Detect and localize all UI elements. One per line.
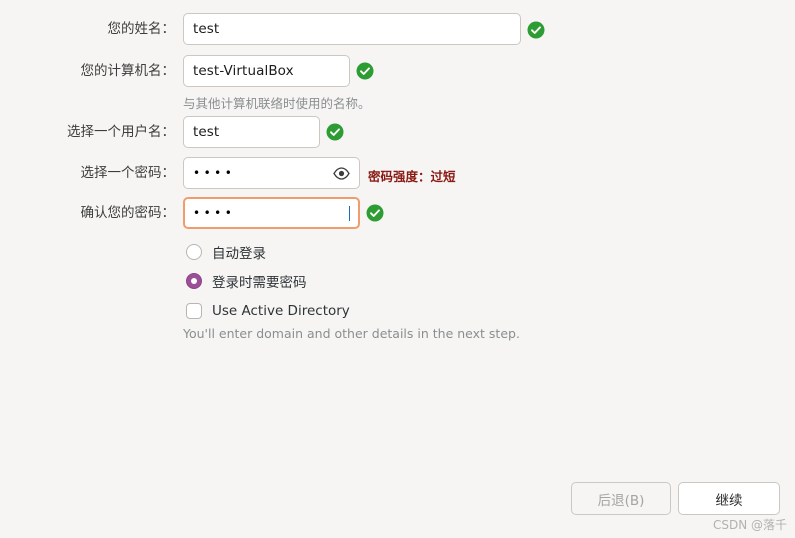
label-username: 选择一个用户名： — [67, 124, 175, 140]
username-valid-icon — [326, 123, 344, 141]
computer-name-value: test-VirtualBox — [193, 63, 294, 79]
confirm-password-value: •••• — [193, 207, 236, 219]
continue-button-label: 继续 — [715, 492, 743, 509]
password-value: •••• — [193, 167, 236, 179]
computer-name-hint: 与其他计算机联络时使用的名称。 — [183, 96, 371, 111]
radio-circle-icon[interactable] — [186, 244, 202, 260]
username-input[interactable]: test — [183, 116, 320, 148]
radio-require-password-label: 登录时需要密码 — [212, 275, 307, 291]
password-input[interactable]: •••• — [183, 157, 360, 189]
full-name-valid-icon — [527, 21, 545, 39]
radio-selected-icon[interactable] — [186, 273, 202, 289]
full-name-value: test — [193, 21, 220, 37]
password-strength-text: 密码强度：过短 — [368, 169, 456, 184]
label-full-name: 您的姓名： — [107, 21, 176, 37]
label-password: 选择一个密码： — [80, 165, 176, 181]
active-directory-hint: You'll enter domain and other details in… — [183, 326, 520, 341]
full-name-input[interactable]: test — [183, 13, 521, 45]
checkbox-square-icon[interactable] — [186, 303, 202, 319]
checkbox-active-directory[interactable]: Use Active Directory — [186, 300, 350, 322]
label-computer-name: 您的计算机名： — [80, 63, 176, 79]
username-value: test — [193, 124, 220, 140]
radio-auto-login[interactable]: 自动登录 — [186, 241, 266, 263]
confirm-password-input[interactable]: •••• — [183, 197, 360, 229]
computer-name-valid-icon — [356, 62, 374, 80]
back-button-label: 后退(B) — [597, 492, 645, 509]
text-caret — [349, 205, 350, 221]
eye-icon[interactable] — [332, 164, 350, 182]
checkbox-active-directory-label: Use Active Directory — [212, 303, 350, 319]
radio-auto-login-label: 自动登录 — [212, 246, 266, 262]
label-confirm-password: 确认您的密码： — [80, 205, 176, 221]
continue-button[interactable]: 继续 — [678, 482, 780, 515]
back-button[interactable]: 后退(B) — [571, 482, 671, 515]
installer-user-setup-page: 您的姓名： test 您的计算机名： test-VirtualBox 与其他计算… — [0, 0, 795, 538]
watermark: CSDN @落千 — [713, 518, 788, 532]
radio-require-password[interactable]: 登录时需要密码 — [186, 270, 307, 292]
computer-name-input[interactable]: test-VirtualBox — [183, 55, 350, 87]
confirm-password-valid-icon — [366, 204, 384, 222]
